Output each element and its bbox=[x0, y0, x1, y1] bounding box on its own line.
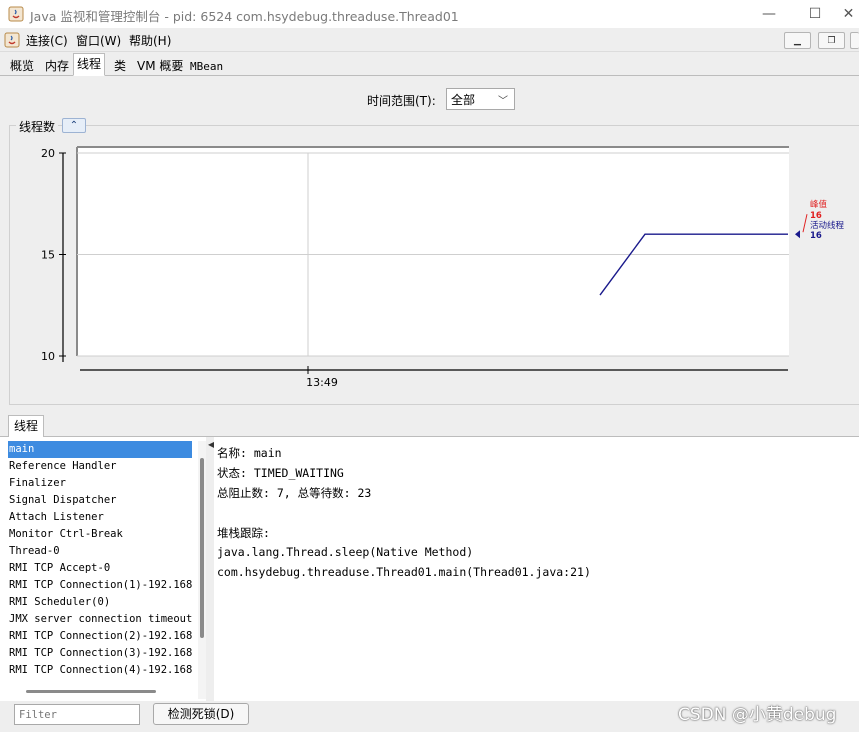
menu-window[interactable]: 窗口(W) bbox=[76, 32, 121, 49]
thread-list[interactable]: main Reference Handler Finalizer Signal Dis… bbox=[8, 441, 204, 699]
thread-list-item[interactable]: JMX server connection timeout 2 bbox=[8, 611, 192, 628]
legend-peak-label: 峰值 bbox=[810, 199, 828, 210]
thread-list-scroll-thumb[interactable] bbox=[200, 458, 204, 638]
tab-mbean[interactable]: MBean bbox=[186, 56, 227, 77]
collapse-chart-button[interactable]: ⌃ bbox=[62, 118, 86, 133]
thread-name-line: 名称: main bbox=[217, 446, 282, 460]
tab-classes[interactable]: 类 bbox=[110, 55, 130, 76]
minimize-window-button[interactable]: — bbox=[746, 0, 792, 28]
thread-list-item[interactable]: main bbox=[8, 441, 192, 458]
thread-counts-line: 总阻止数: 7, 总等待数: 23 bbox=[217, 486, 372, 500]
tab-vm-summary[interactable]: VM 概要 bbox=[133, 55, 187, 76]
thread-count-chart: 20151013:49峰值16活动线程16 bbox=[41, 146, 845, 389]
menu-help[interactable]: 帮助(H) bbox=[129, 32, 171, 49]
thread-list-item[interactable]: Signal Dispatcher bbox=[8, 492, 192, 509]
thread-list-item[interactable]: Reference Handler bbox=[8, 458, 192, 475]
chevron-up-icon: ⌃ bbox=[69, 120, 79, 131]
minimize-icon: ▁ bbox=[794, 35, 801, 46]
tab-memory[interactable]: 内存 bbox=[41, 55, 73, 76]
java-icon bbox=[8, 6, 24, 22]
maximize-icon: ☐ bbox=[808, 6, 822, 22]
thread-list-item[interactable]: Monitor Ctrl-Break bbox=[8, 526, 192, 543]
legend-live-label: 活动线程 bbox=[810, 220, 845, 231]
time-range-label: 时间范围(T): bbox=[367, 94, 436, 108]
menu-connect[interactable]: 连接(C) bbox=[26, 32, 68, 49]
thread-detail-pane: 名称: main 状态: TIMED_WAITING 总阻止数: 7, 总等待数… bbox=[214, 437, 859, 701]
window-title-bar: Java 监视和管理控制台 - pid: 6524 com.hsydebug.t… bbox=[0, 0, 859, 28]
detect-deadlock-button[interactable]: 检测死锁(D) bbox=[153, 703, 249, 725]
mdi-restore-button[interactable]: ❐ bbox=[818, 32, 845, 49]
tab-overview[interactable]: 概览 bbox=[6, 55, 38, 76]
live-thread-marker bbox=[795, 230, 800, 239]
thread-list-item[interactable]: RMI TCP Connection(2)-192.168.5 bbox=[8, 628, 192, 645]
chart-title: 线程数 bbox=[16, 118, 59, 135]
thread-list-item[interactable]: Thread-0 bbox=[8, 543, 192, 560]
y-tick-label: 15 bbox=[41, 249, 55, 262]
threads-section-strip bbox=[0, 412, 859, 437]
stack-frame: java.lang.Thread.sleep(Native Method) bbox=[217, 545, 474, 559]
peak-connector bbox=[802, 214, 808, 233]
window-title: Java 监视和管理控制台 - pid: 6524 com.hsydebug.t… bbox=[30, 9, 459, 24]
menu-bar: 连接(C) 窗口(W) 帮助(H) ▁ ❐ bbox=[0, 28, 859, 52]
thread-state-line: 状态: TIMED_WAITING bbox=[217, 466, 344, 480]
maximize-window-button[interactable]: ☐ bbox=[792, 0, 838, 28]
x-tick-label: 13:49 bbox=[306, 376, 338, 389]
thread-list-item[interactable]: Finalizer bbox=[8, 475, 192, 492]
stack-trace-header: 堆栈跟踪: bbox=[217, 526, 270, 540]
thread-list-item[interactable]: RMI TCP Accept-0 bbox=[8, 560, 192, 577]
plot-area bbox=[77, 147, 789, 356]
close-icon: ✕ bbox=[842, 6, 855, 22]
chevron-down-icon: ﹀ bbox=[498, 96, 508, 107]
mdi-close-button[interactable] bbox=[850, 32, 859, 49]
thread-filter-input[interactable] bbox=[14, 704, 140, 725]
minimize-icon: — bbox=[762, 6, 776, 22]
tab-threads[interactable]: 线程 bbox=[73, 53, 106, 76]
legend-peak-value: 16 bbox=[810, 211, 822, 221]
java-icon[interactable] bbox=[4, 32, 20, 48]
watermark: CSDN @小黄debug bbox=[678, 705, 837, 725]
thread-list-item[interactable]: RMI TCP Connection(3)-192.168.5 bbox=[8, 645, 192, 662]
thread-list-item[interactable]: RMI Scheduler(0) bbox=[8, 594, 192, 611]
y-tick-label: 20 bbox=[41, 147, 55, 160]
y-tick-label: 10 bbox=[41, 350, 55, 363]
thread-list-item[interactable]: RMI TCP Connection(1)-192.168.5 bbox=[8, 577, 192, 594]
stack-frame: com.hsydebug.threaduse.Thread01.main(Thr… bbox=[217, 565, 591, 579]
split-pane-divider[interactable] bbox=[206, 437, 214, 701]
tab-thread-list[interactable]: 线程 bbox=[8, 415, 44, 437]
close-window-button[interactable]: ✕ bbox=[838, 0, 859, 28]
restore-icon: ❐ bbox=[827, 35, 836, 46]
thread-list-item[interactable]: Attach Listener bbox=[8, 509, 192, 526]
tab-bar: 概览 内存 线程 类 VM 概要 MBean bbox=[0, 52, 859, 76]
mdi-minimize-button[interactable]: ▁ bbox=[784, 32, 811, 49]
thread-list-hscroll-thumb[interactable] bbox=[26, 690, 156, 693]
time-range-select[interactable]: 全部 ﹀ bbox=[446, 88, 515, 110]
time-range-value: 全部 bbox=[451, 93, 476, 107]
thread-list-item[interactable]: RMI TCP Connection(4)-192.168.5 bbox=[8, 662, 192, 679]
legend-live-value: 16 bbox=[810, 231, 822, 241]
